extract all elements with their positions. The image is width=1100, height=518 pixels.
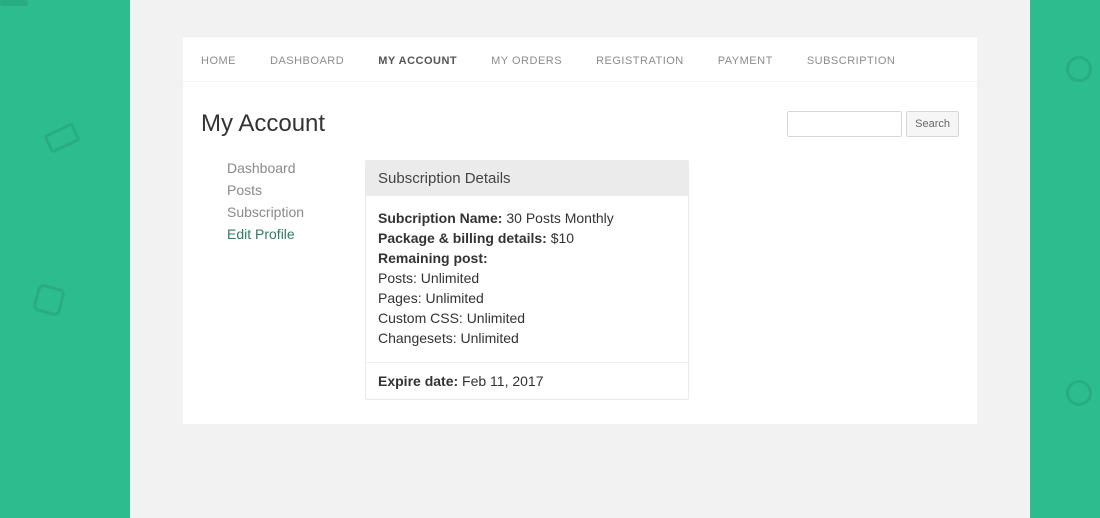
subscription-name-value: 30 Posts Monthly xyxy=(506,210,613,226)
deco-shape xyxy=(1066,56,1092,82)
top-nav: HOME DASHBOARD MY ACCOUNT MY ORDERS REGI… xyxy=(183,36,977,82)
expire-label: Expire date: xyxy=(378,373,458,389)
sidebar-item-subscription[interactable]: Subscription xyxy=(227,204,365,220)
sidebar-item-dashboard[interactable]: Dashboard xyxy=(227,160,365,176)
panel-header: Subscription Details xyxy=(366,161,688,196)
deco-shape xyxy=(32,283,66,317)
subscription-name-row: Subcription Name: 30 Posts Monthly xyxy=(378,210,676,226)
panel-footer: Expire date: Feb 11, 2017 xyxy=(366,363,688,399)
remaining-row: Remaining post: xyxy=(378,250,676,266)
nav-item-subscription[interactable]: SUBSCRIPTION xyxy=(807,55,896,67)
main-columns: Dashboard Posts Subscription Edit Profil… xyxy=(183,142,977,400)
page-title: My Account xyxy=(201,110,325,138)
nav-item-my-account[interactable]: MY ACCOUNT xyxy=(378,55,457,67)
sidebar-item-edit-profile[interactable]: Edit Profile xyxy=(227,226,365,242)
remaining-line: Changesets: Unlimited xyxy=(378,330,676,346)
nav-item-payment[interactable]: PAYMENT xyxy=(718,55,773,67)
billing-row: Package & billing details: $10 xyxy=(378,230,676,246)
search-wrap: Search xyxy=(787,111,959,137)
content-card: HOME DASHBOARD MY ACCOUNT MY ORDERS REGI… xyxy=(183,36,977,424)
deco-shape xyxy=(0,0,28,6)
expire-value: Feb 11, 2017 xyxy=(462,373,543,389)
nav-item-registration[interactable]: REGISTRATION xyxy=(596,55,684,67)
nav-item-my-orders[interactable]: MY ORDERS xyxy=(491,55,562,67)
panel-body: Subcription Name: 30 Posts Monthly Packa… xyxy=(366,196,688,363)
sidebar-item-posts[interactable]: Posts xyxy=(227,182,365,198)
subscription-details-panel: Subscription Details Subcription Name: 3… xyxy=(365,160,689,400)
account-sidebar: Dashboard Posts Subscription Edit Profil… xyxy=(227,160,365,400)
search-button[interactable]: Search xyxy=(906,111,959,137)
remaining-line: Posts: Unlimited xyxy=(378,270,676,286)
header-row: My Account Search xyxy=(183,82,977,142)
search-input[interactable] xyxy=(787,111,902,137)
nav-item-home[interactable]: HOME xyxy=(201,55,236,67)
nav-item-dashboard[interactable]: DASHBOARD xyxy=(270,55,344,67)
billing-value: $10 xyxy=(551,230,574,246)
remaining-label: Remaining post: xyxy=(378,250,488,266)
deco-shape xyxy=(1066,380,1092,406)
deco-shape xyxy=(43,122,80,154)
billing-label: Package & billing details: xyxy=(378,230,547,246)
remaining-line: Custom CSS: Unlimited xyxy=(378,310,676,326)
subscription-name-label: Subcription Name: xyxy=(378,210,502,226)
remaining-line: Pages: Unlimited xyxy=(378,290,676,306)
